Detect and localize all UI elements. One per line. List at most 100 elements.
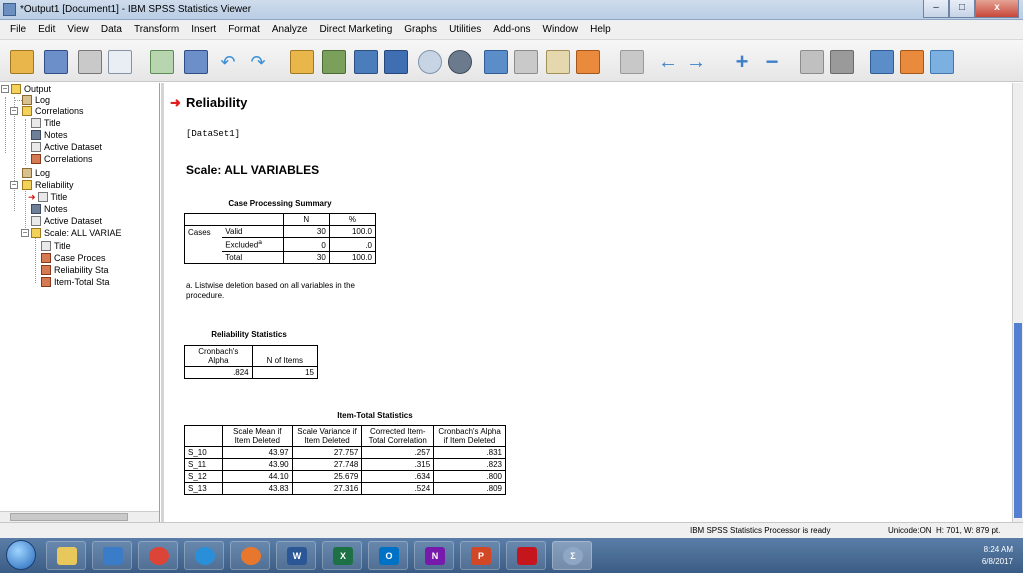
menu-insert[interactable]: Insert — [185, 24, 222, 35]
outline-item-scale-title[interactable]: Title — [41, 240, 71, 252]
expand-reliability-toggle[interactable]: − — [10, 181, 18, 189]
goto-variable-icon[interactable] — [354, 50, 378, 74]
taskbar-acrobat[interactable] — [506, 541, 546, 570]
open-folder-icon[interactable] — [10, 50, 34, 74]
goto-data-icon[interactable] — [290, 50, 314, 74]
demote-icon[interactable]: → — [684, 50, 708, 74]
dataset-label[interactable]: [DataSet1] — [186, 129, 240, 139]
taskbar-explorer[interactable] — [46, 541, 86, 570]
taskbar-media[interactable] — [92, 541, 132, 570]
menu-edit[interactable]: Edit — [32, 24, 61, 35]
menu-view[interactable]: View — [61, 24, 95, 35]
start-button[interactable] — [6, 540, 36, 570]
close-button[interactable]: x — [975, 0, 1019, 18]
insert-image-icon[interactable] — [930, 50, 954, 74]
table-row: S_13 43.83 27.316 .524 .809 — [184, 482, 506, 495]
insert-chart-icon[interactable] — [900, 50, 924, 74]
show-all-icon[interactable] — [418, 50, 442, 74]
hide-item-icon[interactable] — [830, 50, 854, 74]
hide-icon[interactable] — [448, 50, 472, 74]
promote-icon[interactable]: ← — [656, 50, 680, 74]
output-icon — [11, 84, 21, 94]
taskbar-ie[interactable] — [184, 541, 224, 570]
undo-icon[interactable]: ↶ — [216, 50, 240, 74]
expand-output-toggle[interactable]: − — [1, 85, 9, 93]
export-icon[interactable] — [150, 50, 174, 74]
insert-heading-icon[interactable] — [514, 50, 538, 74]
insert-new-output-icon[interactable] — [870, 50, 894, 74]
menu-transform[interactable]: Transform — [128, 24, 185, 35]
item-total-table[interactable]: Scale Mean if Item Deleted Scale Varianc… — [184, 425, 506, 495]
clock-time[interactable]: 8:24 AM — [984, 545, 1013, 554]
taskbar-excel[interactable]: X — [322, 541, 362, 570]
menu-data[interactable]: Data — [95, 24, 128, 35]
menu-add-ons[interactable]: Add-ons — [487, 24, 536, 35]
outline-item-scale[interactable]: Scale: ALL VARIAE — [31, 227, 122, 239]
maximize-button[interactable]: □ — [949, 0, 975, 18]
taskbar-outlook[interactable]: O — [368, 541, 408, 570]
expand-correlations-toggle[interactable]: − — [10, 107, 18, 115]
collapse-icon[interactable] — [620, 50, 644, 74]
outline-item-active-dataset-2[interactable]: Active Dataset — [31, 215, 102, 227]
content-vertical-scrollbar[interactable] — [1012, 83, 1023, 522]
insert-text-icon[interactable] — [576, 50, 600, 74]
outline-item-correlations-table[interactable]: Correlations — [31, 153, 93, 165]
outline-scroll-thumb[interactable] — [10, 513, 128, 521]
outline-item-reliability[interactable]: Reliability — [22, 179, 74, 191]
header-scale-mean: Scale Mean if Item Deleted — [221, 425, 293, 447]
menu-direct-marketing[interactable]: Direct Marketing — [313, 24, 398, 35]
insert-title-icon[interactable] — [546, 50, 570, 74]
taskbar-word[interactable]: W — [276, 541, 316, 570]
outline-item-notes-2[interactable]: Notes — [31, 203, 68, 215]
section-title[interactable]: Reliability — [186, 95, 247, 110]
outline-item-reliability-stats[interactable]: Reliability Sta — [41, 264, 109, 276]
outline-item-log-2[interactable]: Log — [22, 167, 50, 179]
menu-utilities[interactable]: Utilities — [443, 24, 487, 35]
outline-item-notes[interactable]: Notes — [31, 129, 68, 141]
outline-item-title-selected[interactable]: ➜ Title — [28, 191, 67, 203]
outline-item-item-total[interactable]: Item-Total Sta — [41, 276, 110, 288]
variables-icon[interactable] — [384, 50, 408, 74]
print-icon[interactable] — [78, 50, 102, 74]
dataset-icon — [31, 142, 41, 152]
outline-horizontal-scrollbar[interactable] — [0, 511, 159, 522]
scale-title[interactable]: Scale: ALL VARIABLES — [186, 163, 319, 177]
outline-item-case-processing[interactable]: Case Proces — [41, 252, 106, 264]
taskbar-firefox[interactable] — [230, 541, 270, 570]
title-icon — [41, 241, 51, 251]
save-icon[interactable] — [44, 50, 68, 74]
minimize-button[interactable]: – — [923, 0, 949, 18]
menu-graphs[interactable]: Graphs — [398, 24, 443, 35]
menu-format[interactable]: Format — [222, 24, 266, 35]
outlook-icon: O — [379, 547, 399, 565]
outline-item-active-dataset[interactable]: Active Dataset — [31, 141, 102, 153]
menu-window[interactable]: Window — [537, 24, 585, 35]
outline-item-title[interactable]: Title — [31, 117, 61, 129]
outline-item-correlations[interactable]: Correlations — [22, 105, 84, 117]
expand-icon[interactable]: + — [730, 50, 754, 74]
menu-file[interactable]: File — [4, 24, 32, 35]
redo-icon[interactable]: ↷ — [246, 50, 270, 74]
designate-window-icon[interactable] — [484, 50, 508, 74]
outline-pane[interactable]: − Output Log − Correlations Title Notes … — [0, 83, 160, 522]
content-scroll-thumb[interactable] — [1014, 323, 1022, 518]
taskbar-chrome[interactable] — [138, 541, 178, 570]
row-label: Total — [222, 250, 284, 264]
collapse-minus-icon[interactable]: − — [760, 50, 784, 74]
print-preview-icon[interactable] — [108, 50, 132, 74]
taskbar-spss[interactable]: Σ — [552, 541, 592, 570]
clock-date[interactable]: 6/8/2017 — [982, 557, 1013, 566]
show-icon[interactable] — [800, 50, 824, 74]
goto-case-icon[interactable] — [322, 50, 346, 74]
menu-help[interactable]: Help — [584, 24, 617, 35]
menu-analyze[interactable]: Analyze — [266, 24, 314, 35]
case-summary-table[interactable]: N % Cases Valid 30 100.0 Excludeda 0 .0 … — [184, 213, 377, 264]
alpha-value: .824 — [184, 366, 253, 379]
recall-dialog-icon[interactable] — [184, 50, 208, 74]
row-label: Valid — [222, 225, 284, 238]
expand-scale-toggle[interactable]: − — [21, 229, 29, 237]
cell-value: 100.0 — [328, 225, 377, 238]
taskbar-onenote[interactable]: N — [414, 541, 454, 570]
taskbar-powerpoint[interactable]: P — [460, 541, 500, 570]
reliability-stats-table[interactable]: Cronbach's Alpha N of Items .824 15 — [184, 345, 319, 379]
